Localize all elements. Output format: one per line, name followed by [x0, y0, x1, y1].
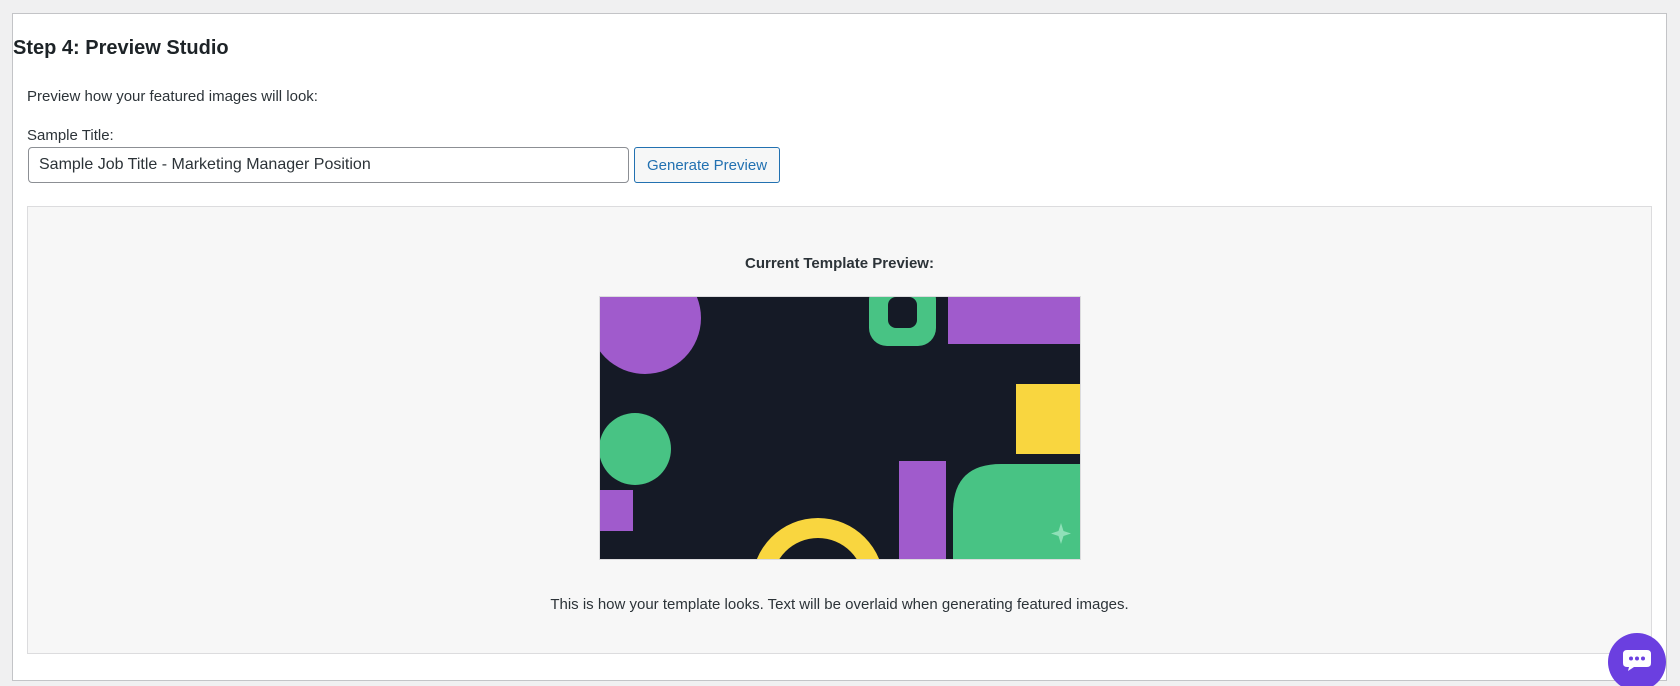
preview-studio-card: Step 4: Preview Studio Preview how your …	[12, 13, 1667, 681]
intro-text: Preview how your featured images will lo…	[27, 88, 318, 105]
chat-bubble-icon	[1623, 650, 1651, 671]
preview-note: This is how your template looks. Text wi…	[550, 596, 1129, 613]
generate-preview-button[interactable]: Generate Preview	[634, 147, 780, 183]
preview-heading: Current Template Preview:	[745, 255, 934, 272]
template-preview-image	[599, 296, 1081, 560]
sample-title-input[interactable]	[28, 147, 629, 183]
chat-launcher-button[interactable]	[1608, 633, 1666, 686]
page-title: Step 4: Preview Studio	[13, 37, 229, 59]
sample-title-label: Sample Title:	[27, 127, 114, 144]
preview-panel: Current Template Preview: This is how yo…	[27, 206, 1652, 654]
